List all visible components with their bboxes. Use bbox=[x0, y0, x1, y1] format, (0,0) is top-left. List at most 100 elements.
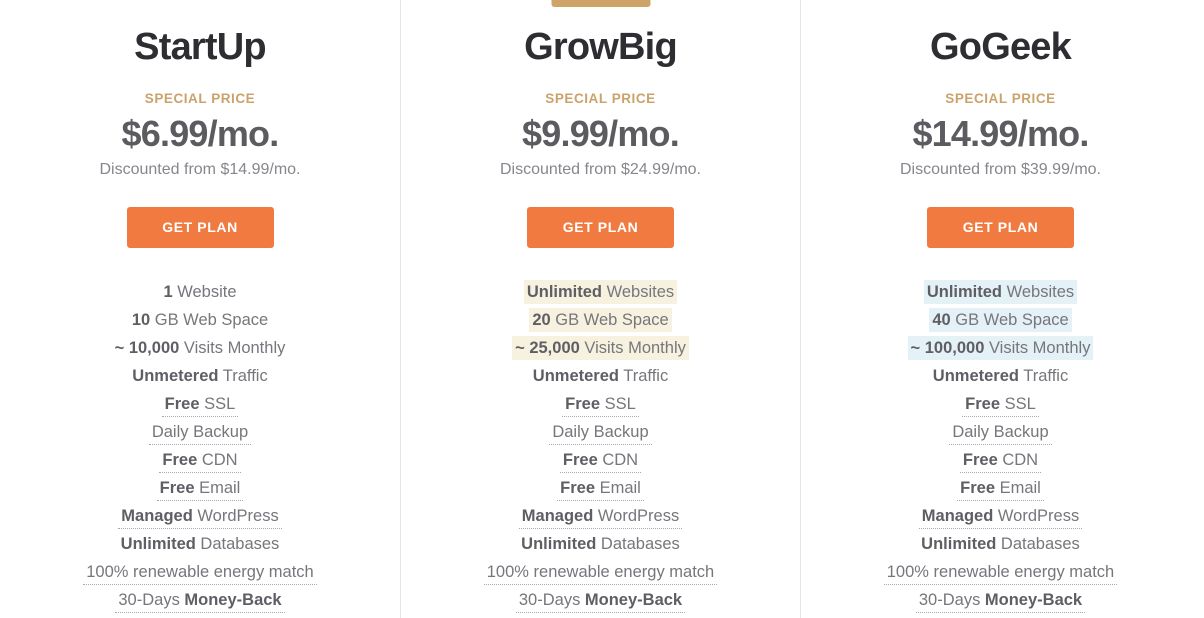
feature-item[interactable]: Free SSL bbox=[401, 390, 800, 418]
feature-strong: 20 bbox=[532, 311, 551, 329]
feature-strong: 40 bbox=[932, 311, 951, 329]
feature-item[interactable]: Free CDN bbox=[401, 446, 800, 474]
feature-strong: ~ 25,000 bbox=[515, 339, 580, 357]
feature-rest: Email bbox=[595, 479, 641, 497]
feature-item: 1 Website bbox=[0, 278, 400, 306]
feature-list-startup: 1 Website 10 GB Web Space ~ 10,000 Visits … bbox=[0, 278, 400, 614]
feature-item: Unlimited Websites bbox=[401, 278, 800, 306]
get-plan-button-startup[interactable]: GET PLAN bbox=[126, 207, 274, 248]
feature-item[interactable]: Free SSL bbox=[801, 390, 1200, 418]
feature-text: Free CDN bbox=[959, 448, 1042, 473]
feature-item: ~ 25,000 Visits Monthly bbox=[401, 334, 800, 362]
feature-item[interactable]: Free Email bbox=[0, 474, 400, 502]
special-price-label: SPECIAL PRICE bbox=[144, 91, 256, 106]
feature-text: ~ 25,000 Visits Monthly bbox=[512, 336, 689, 360]
feature-rest: GB Web Space bbox=[950, 311, 1069, 329]
feature-text: Unlimited Databases bbox=[918, 532, 1083, 556]
feature-strong-after: Money-Back bbox=[984, 591, 1083, 609]
feature-rest: 100% renewable energy match bbox=[486, 563, 715, 581]
feature-item[interactable]: Free Email bbox=[801, 474, 1200, 502]
feature-list-gogeek: Unlimited Websites 40 GB Web Space ~ 100,0… bbox=[801, 278, 1200, 614]
pricing-plans-grid: StartUp SPECIAL PRICE $6.99/mo. Discounted … bbox=[0, 0, 1204, 618]
feature-item[interactable]: Free SSL bbox=[0, 390, 400, 418]
feature-item[interactable]: 30-Days Money-Back bbox=[801, 586, 1200, 614]
feature-item: Unmetered Traffic bbox=[801, 362, 1200, 390]
feature-rest: Databases bbox=[596, 535, 680, 553]
feature-text: 20 GB Web Space bbox=[529, 308, 672, 332]
feature-text: Daily Backup bbox=[148, 420, 252, 445]
feature-text: Managed WordPress bbox=[518, 504, 683, 529]
feature-rest: Email bbox=[995, 479, 1041, 497]
feature-text: Unmetered Traffic bbox=[930, 364, 1071, 388]
special-price-label: SPECIAL PRICE bbox=[545, 91, 656, 106]
feature-text: 100% renewable energy match bbox=[83, 560, 317, 585]
feature-text: Free SSL bbox=[562, 392, 639, 417]
plan-card-startup: StartUp SPECIAL PRICE $6.99/mo. Discounted … bbox=[0, 0, 400, 618]
plan-title-startup: StartUp bbox=[134, 26, 266, 68]
feature-strong-after: Money-Back bbox=[584, 591, 683, 609]
feature-text: Unlimited Databases bbox=[518, 532, 683, 556]
feature-strong: Unmetered bbox=[532, 367, 619, 385]
feature-item: Unlimited Databases bbox=[801, 530, 1200, 558]
plan-discount-note: Discounted from $39.99/mo. bbox=[900, 161, 1101, 178]
get-plan-button-gogeek[interactable]: GET PLAN bbox=[927, 207, 1074, 248]
feature-item[interactable]: Daily Backup bbox=[0, 418, 400, 446]
feature-rest: Websites bbox=[1002, 283, 1075, 301]
feature-text: 40 GB Web Space bbox=[929, 308, 1072, 332]
feature-text: ~ 10,000 Visits Monthly bbox=[112, 336, 289, 360]
feature-rest: 30-Days bbox=[118, 591, 185, 609]
feature-text: Managed WordPress bbox=[118, 504, 282, 529]
feature-rest: SSL bbox=[1000, 395, 1036, 413]
plan-discount-note: Discounted from $24.99/mo. bbox=[500, 161, 701, 178]
feature-rest: Daily Backup bbox=[552, 423, 649, 441]
feature-rest: Traffic bbox=[1018, 367, 1069, 385]
feature-item[interactable]: 100% renewable energy match bbox=[0, 558, 400, 586]
feature-strong: Free bbox=[565, 395, 601, 413]
feature-text: Free SSL bbox=[161, 392, 239, 417]
feature-item[interactable]: Managed WordPress bbox=[801, 502, 1200, 530]
feature-text: Daily Backup bbox=[949, 420, 1052, 445]
feature-text: 100% renewable energy match bbox=[883, 560, 1118, 585]
feature-text: 10 GB Web Space bbox=[129, 308, 271, 332]
feature-item: 10 GB Web Space bbox=[0, 306, 400, 334]
feature-item: Unmetered Traffic bbox=[401, 362, 800, 390]
feature-rest: CDN bbox=[597, 451, 639, 469]
feature-rest: Visits Monthly bbox=[984, 339, 1091, 357]
feature-item[interactable]: Daily Backup bbox=[401, 418, 800, 446]
feature-item[interactable]: Free Email bbox=[401, 474, 800, 502]
feature-item[interactable]: Managed WordPress bbox=[0, 502, 400, 530]
feature-text: 100% renewable energy match bbox=[483, 560, 718, 585]
feature-strong: Free bbox=[159, 479, 195, 497]
feature-item: Unlimited Databases bbox=[401, 530, 800, 558]
feature-strong: ~ 100,000 bbox=[910, 339, 985, 357]
feature-item: Unlimited Websites bbox=[801, 278, 1200, 306]
feature-strong-after: Money-Back bbox=[184, 591, 282, 609]
feature-item[interactable]: Free CDN bbox=[0, 446, 400, 474]
feature-item[interactable]: Daily Backup bbox=[801, 418, 1200, 446]
feature-strong: 1 bbox=[163, 283, 173, 301]
feature-item[interactable]: Managed WordPress bbox=[401, 502, 800, 530]
feature-strong: Free bbox=[962, 451, 998, 469]
feature-item[interactable]: Free CDN bbox=[801, 446, 1200, 474]
plan-title-gogeek: GoGeek bbox=[930, 26, 1072, 68]
feature-strong: Free bbox=[562, 451, 598, 469]
get-plan-button-growbig[interactable]: GET PLAN bbox=[527, 207, 674, 248]
feature-text: 30-Days Money-Back bbox=[115, 588, 285, 613]
feature-strong: ~ 10,000 bbox=[114, 339, 180, 357]
plan-discount-note: Discounted from $14.99/mo. bbox=[99, 161, 301, 178]
feature-item[interactable]: 100% renewable energy match bbox=[801, 558, 1200, 586]
feature-text: 1 Website bbox=[160, 280, 239, 304]
feature-rest: Email bbox=[194, 479, 241, 497]
feature-item[interactable]: 30-Days Money-Back bbox=[0, 586, 400, 614]
feature-strong: Unlimited bbox=[526, 283, 603, 301]
feature-rest: Daily Backup bbox=[952, 423, 1049, 441]
feature-text: Unlimited Websites bbox=[923, 280, 1078, 304]
feature-strong: Unlimited bbox=[921, 535, 997, 553]
feature-rest: Visits Monthly bbox=[579, 339, 686, 357]
plan-title-growbig: GrowBig bbox=[524, 26, 678, 68]
feature-text: Free SSL bbox=[962, 392, 1039, 417]
plan-card-gogeek: GoGeek SPECIAL PRICE $14.99/mo. Discounted … bbox=[800, 0, 1200, 618]
feature-item[interactable]: 100% renewable energy match bbox=[401, 558, 800, 586]
feature-text: Free CDN bbox=[159, 448, 241, 473]
feature-item[interactable]: 30-Days Money-Back bbox=[401, 586, 800, 614]
